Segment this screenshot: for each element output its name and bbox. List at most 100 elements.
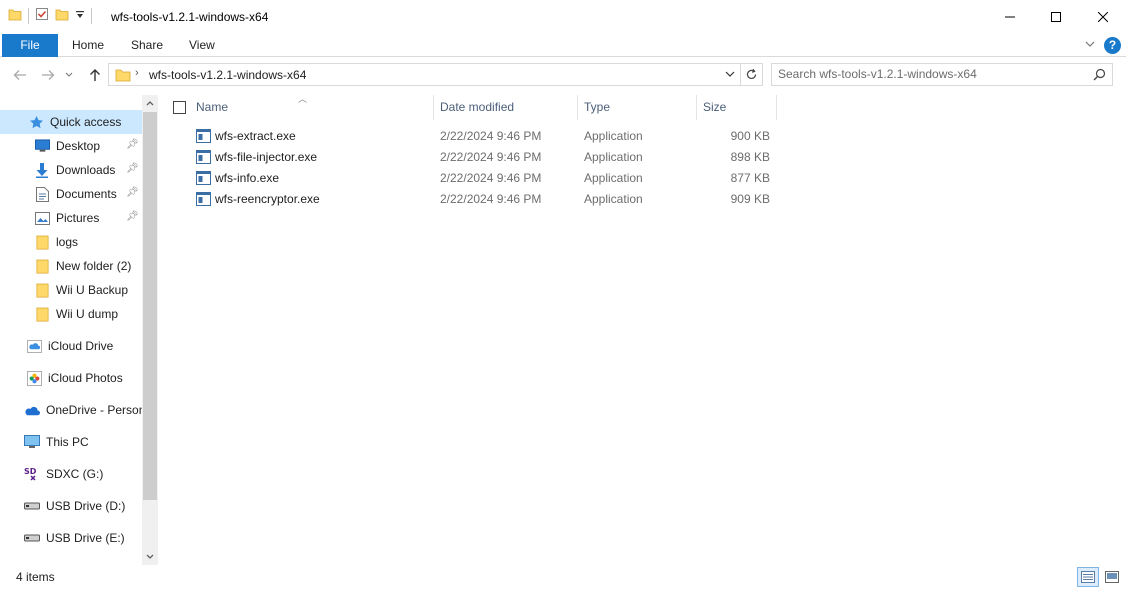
- up-arrow-icon[interactable]: [85, 66, 105, 84]
- pictures-icon: [34, 210, 50, 226]
- sidebar-item-desktop[interactable]: Desktop 📌︎: [0, 134, 142, 158]
- select-all-checkbox[interactable]: [173, 101, 186, 114]
- sidebar-item-documents[interactable]: Documents 📌︎: [0, 182, 142, 206]
- breadcrumb-current-folder[interactable]: wfs-tools-v1.2.1-windows-x64: [149, 68, 306, 82]
- details-view-icon: [1081, 571, 1095, 583]
- column-header-size[interactable]: Size: [697, 95, 777, 120]
- close-icon: [1098, 12, 1108, 22]
- scroll-up-arrow-icon[interactable]: [142, 95, 158, 111]
- file-type: Application: [584, 171, 643, 185]
- sidebar-item-usb-drive-d[interactable]: USB Drive (D:): [0, 494, 142, 518]
- new-folder-icon[interactable]: [55, 7, 69, 24]
- navigation-pane: Quick access Desktop 📌︎ Downloads 📌︎ Doc…: [0, 95, 158, 565]
- scroll-down-arrow-icon[interactable]: [142, 549, 158, 565]
- properties-icon[interactable]: [35, 7, 49, 24]
- file-date-modified: 2/22/2024 9:46 PM: [440, 150, 542, 164]
- tab-share[interactable]: Share: [117, 34, 177, 57]
- help-icon[interactable]: ?: [1104, 37, 1121, 54]
- recent-locations-chevron-icon[interactable]: [62, 66, 76, 84]
- refresh-button[interactable]: [741, 63, 763, 86]
- toolbar-divider: [91, 7, 92, 24]
- maximize-button[interactable]: [1033, 0, 1079, 34]
- window-title: wfs-tools-v1.2.1-windows-x64: [111, 10, 269, 24]
- folder-icon: [34, 306, 50, 322]
- table-row[interactable]: wfs-file-injector.exe 2/22/2024 9:46 PM …: [160, 147, 1126, 168]
- usb-drive-icon: [24, 530, 40, 546]
- address-dropdown-chevron-icon[interactable]: [724, 68, 736, 83]
- minimize-icon: [1005, 16, 1015, 18]
- computer-icon: [24, 434, 40, 450]
- sidebar-item-this-pc[interactable]: This PC: [0, 430, 142, 454]
- application-exe-icon: [196, 192, 211, 209]
- table-row[interactable]: wfs-reencryptor.exe 2/22/2024 9:46 PM Ap…: [160, 189, 1126, 210]
- application-exe-icon: [196, 129, 211, 146]
- search-input[interactable]: [778, 67, 1078, 81]
- sidebar-item-wii-u-dump[interactable]: Wii U dump: [0, 302, 142, 326]
- scrollbar-thumb[interactable]: [143, 112, 157, 500]
- file-size: 909 KB: [730, 192, 770, 206]
- forward-arrow-icon[interactable]: [38, 66, 58, 84]
- sidebar-item-logs[interactable]: logs: [0, 230, 142, 254]
- large-icons-view-button[interactable]: [1101, 567, 1123, 587]
- address-bar[interactable]: › wfs-tools-v1.2.1-windows-x64: [108, 63, 741, 86]
- file-name: wfs-file-injector.exe: [215, 150, 318, 164]
- status-bar: 4 items: [0, 565, 1126, 590]
- breadcrumb-chevron-icon[interactable]: ›: [135, 67, 139, 79]
- tab-file[interactable]: File: [2, 34, 58, 57]
- table-row[interactable]: wfs-info.exe 2/22/2024 9:46 PM Applicati…: [160, 168, 1126, 189]
- sidebar-item-icloud-drive[interactable]: iCloud Drive: [0, 334, 142, 358]
- minimize-button[interactable]: [987, 0, 1033, 34]
- application-exe-icon: [196, 150, 211, 167]
- folder-icon: [34, 234, 50, 250]
- navigation-pane-scrollbar[interactable]: [142, 95, 158, 565]
- sidebar-item-new-folder-2[interactable]: New folder (2): [0, 254, 142, 278]
- sidebar-item-downloads[interactable]: Downloads 📌︎: [0, 158, 142, 182]
- column-header-date-modified[interactable]: Date modified: [434, 95, 578, 120]
- sidebar-item-pictures[interactable]: Pictures 📌︎: [0, 206, 142, 230]
- svg-text:SD: SD: [24, 467, 37, 476]
- table-row[interactable]: wfs-extract.exe 2/22/2024 9:46 PM Applic…: [160, 126, 1126, 147]
- sidebar-item-wii-u-backup[interactable]: Wii U Backup: [0, 278, 142, 302]
- pin-icon[interactable]: 📌︎: [126, 211, 139, 222]
- details-view-button[interactable]: [1077, 567, 1099, 587]
- file-date-modified: 2/22/2024 9:46 PM: [440, 171, 542, 185]
- ribbon-tabs: File Home Share View ?: [0, 34, 1126, 57]
- file-type: Application: [584, 150, 643, 164]
- file-size: 898 KB: [730, 150, 770, 164]
- sidebar-item-icloud-photos[interactable]: iCloud Photos: [0, 366, 142, 390]
- address-bar-row: › wfs-tools-v1.2.1-windows-x64: [0, 58, 1126, 92]
- column-header-type[interactable]: Type: [578, 95, 697, 120]
- toolbar-divider: [28, 7, 29, 24]
- folder-icon: [8, 7, 22, 24]
- close-button[interactable]: [1080, 0, 1126, 34]
- back-arrow-icon[interactable]: [10, 66, 30, 84]
- sidebar-item-quick-access[interactable]: Quick access: [0, 110, 142, 134]
- pin-icon[interactable]: 📌︎: [126, 163, 139, 174]
- search-icon[interactable]: [1093, 68, 1106, 84]
- customize-toolbar-dropdown-icon[interactable]: [75, 9, 85, 23]
- folder-icon: [115, 68, 131, 85]
- icloud-drive-icon: [26, 338, 42, 354]
- sidebar-item-usb-drive-e[interactable]: USB Drive (E:): [0, 526, 142, 550]
- documents-icon: [34, 186, 50, 202]
- folder-icon: [34, 258, 50, 274]
- file-date-modified: 2/22/2024 9:46 PM: [440, 192, 542, 206]
- file-name: wfs-info.exe: [215, 171, 280, 185]
- search-box[interactable]: [771, 63, 1113, 86]
- expand-ribbon-chevron-icon[interactable]: [1084, 38, 1096, 53]
- sidebar-item-sdxc-g[interactable]: SD SDXC (G:): [0, 462, 142, 486]
- quick-access-toolbar: [8, 7, 92, 24]
- file-size: 877 KB: [730, 171, 770, 185]
- usb-drive-icon: [24, 498, 40, 514]
- column-header-name[interactable]: Name: [190, 95, 434, 120]
- pin-icon[interactable]: 📌︎: [126, 139, 139, 150]
- item-count: 4 items: [16, 570, 55, 584]
- sidebar-item-onedrive-personal[interactable]: OneDrive - Personal: [0, 398, 142, 422]
- file-type: Application: [584, 129, 643, 143]
- desktop-icon: [34, 138, 50, 154]
- file-name: wfs-extract.exe: [215, 129, 296, 143]
- pin-icon[interactable]: 📌︎: [126, 187, 139, 198]
- tab-home[interactable]: Home: [58, 34, 118, 57]
- tab-view[interactable]: View: [175, 34, 229, 57]
- download-arrow-icon: [34, 162, 50, 178]
